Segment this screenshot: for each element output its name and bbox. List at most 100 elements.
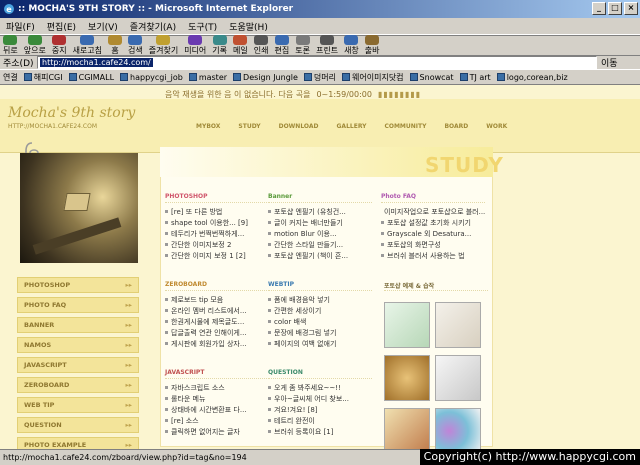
toolbar-home-button[interactable]: 홈 <box>108 35 123 56</box>
site-logo[interactable]: Mocha's 9th story HTTP://MOCHA1.CAFE24.C… <box>8 105 168 141</box>
column-title[interactable]: JAVASCRIPT <box>165 369 269 379</box>
post-row[interactable]: 포토샵 설정값 초기화 시키기 <box>381 217 485 228</box>
toolbar-media-button[interactable]: 미디어 <box>184 35 206 56</box>
post-row[interactable]: 오게 좀 봐주세요~~!! <box>268 382 372 393</box>
thumbnail[interactable] <box>384 302 430 348</box>
side-menu-item[interactable]: WEB TIP ▸▸ <box>17 397 139 413</box>
menu-help[interactable]: 도움말(H) <box>229 20 268 33</box>
toolbar-print-button[interactable]: 인쇄 <box>254 35 269 56</box>
link-item[interactable]: 웨어이미지닷컴 <box>342 72 404 83</box>
column-title[interactable]: QUESTION <box>268 369 372 379</box>
post-row[interactable]: 롤타운 메뉴 <box>165 393 269 404</box>
thumbnail[interactable] <box>434 302 481 348</box>
link-item[interactable]: CGIMALL <box>68 73 114 82</box>
post-row[interactable]: 클릭하면 없어지는 글자 <box>165 426 269 437</box>
link-item[interactable]: TJ art <box>459 73 491 82</box>
post-row[interactable]: [re] 소스 <box>165 415 269 426</box>
toolbar-favorites-button[interactable]: 즐겨찾기 <box>149 35 178 56</box>
column-title[interactable]: Photo FAQ <box>381 193 485 203</box>
go-button[interactable]: 이동 <box>601 56 618 69</box>
post-row[interactable]: 포토샵 엔필기 (책이 흔... <box>268 250 372 261</box>
post-row[interactable]: 폼에 배경음악 넣기 <box>268 294 372 305</box>
side-menu-item[interactable]: PHOTO FAQ ▸▸ <box>17 297 139 313</box>
post-row[interactable]: 페이지의 여백 없애기 <box>268 338 372 349</box>
post-row[interactable]: 브러쉬 등록이요 [1] <box>268 426 372 437</box>
toolbar-discuss-button[interactable]: 토론 <box>295 35 310 56</box>
column-title[interactable]: Banner <box>268 193 372 203</box>
side-menu-item[interactable]: ZEROBOARD ▸▸ <box>17 377 139 393</box>
post-row[interactable]: [re] 또 다른 방법 <box>165 206 269 217</box>
post-row[interactable]: 상태바에 시간변환표 다... <box>165 404 269 415</box>
post-row[interactable]: 간편한 세상이기 <box>268 305 372 316</box>
post-row[interactable]: 테두리가 번쩍번쩍하게... <box>165 228 269 239</box>
maximize-button[interactable]: □ <box>608 2 622 15</box>
post-row[interactable]: color 배색 <box>268 316 372 327</box>
column-title[interactable]: PHOTOSHOP <box>165 193 269 203</box>
music-controls-icon[interactable]: ▮▮▮▮▮▮▮▮ <box>378 90 421 99</box>
link-item[interactable]: 덩머리 <box>303 72 336 83</box>
post-row[interactable]: Grayscale 외 Desatura... <box>381 228 485 239</box>
side-menu-item[interactable]: JAVASCRIPT ▸▸ <box>17 357 139 373</box>
post-row[interactable]: 간단한 스타일 만들기... <box>268 239 372 250</box>
link-item[interactable]: Design Jungle <box>233 73 298 82</box>
toolbar-back-button[interactable]: 뒤로 <box>3 35 18 56</box>
thumbnail[interactable] <box>434 355 481 401</box>
link-item[interactable]: happycgi_job <box>120 73 183 82</box>
link-item[interactable]: logo,corean,biz <box>496 73 568 82</box>
post-row[interactable]: 브러쉬 블러서 사용하는 법 <box>381 250 485 261</box>
toolbar-history-button[interactable]: 기록 <box>212 35 227 56</box>
toolbar-bar-button[interactable]: 출바 <box>365 35 380 56</box>
nav-work[interactable]: WORK <box>486 123 507 130</box>
post-row[interactable]: 우아~글씨체 어디 찾보... <box>268 393 372 404</box>
nav-download[interactable]: DOWNLOAD <box>279 123 319 130</box>
side-menu-item[interactable]: BANNER ▸▸ <box>17 317 139 333</box>
post-row[interactable]: 간단한 이미지 보정 1 [2] <box>165 250 269 261</box>
post-row[interactable]: 자바스크립트 소스 <box>165 382 269 393</box>
nav-board[interactable]: BOARD <box>444 123 468 130</box>
close-button[interactable]: × <box>624 2 638 15</box>
menu-edit[interactable]: 편집(E) <box>47 20 76 33</box>
toolbar-refresh-button[interactable]: 새로고침 <box>73 35 102 56</box>
post-row[interactable]: 포토샵의 화면구성 <box>381 239 485 250</box>
link-item[interactable]: 해피CGI <box>23 72 63 83</box>
menu-favorites[interactable]: 즐겨찾기(A) <box>130 20 176 33</box>
thumbnail[interactable] <box>384 408 430 449</box>
menu-tools[interactable]: 도구(T) <box>188 20 217 33</box>
toolbar-stop-button[interactable]: 중지 <box>52 35 67 56</box>
post-row[interactable]: 글이 커지는 배너만들기 <box>268 217 372 228</box>
column-title[interactable]: WEBTIP <box>268 281 372 291</box>
post-row[interactable]: 제로보드 tip 모음 <box>165 294 269 305</box>
post-row[interactable]: 이미지작업으로 포토샵으로 블러... <box>381 206 485 217</box>
side-menu-item[interactable]: QUESTION ▸▸ <box>17 417 139 433</box>
post-row[interactable]: 포토샵 엔필기 (유칭건... <box>268 206 372 217</box>
post-row[interactable]: 답글출력 연관 인해이게... <box>165 327 269 338</box>
nav-gallery[interactable]: GALLERY <box>337 123 367 130</box>
menu-view[interactable]: 보기(V) <box>88 20 118 33</box>
post-row[interactable]: 겨요!겨요! [8] <box>268 404 372 415</box>
nav-mybox[interactable]: MYBOX <box>196 123 220 130</box>
link-item[interactable]: Snowcat <box>409 73 454 82</box>
post-row[interactable]: 테트리 완전이 <box>268 415 372 426</box>
toolbar-newwindow-button[interactable]: 새창 <box>344 35 359 56</box>
post-row[interactable]: 문장에 배경그림 넣기 <box>268 327 372 338</box>
nav-community[interactable]: COMMUNITY <box>384 123 426 130</box>
side-menu-item[interactable]: PHOTO EXAMPLE ▸▸ <box>17 437 139 449</box>
toolbar-forward-button[interactable]: 앞으로 <box>24 35 46 56</box>
toolbar-edit-button[interactable]: 편집 <box>275 35 289 56</box>
nav-study[interactable]: STUDY <box>238 123 260 130</box>
menu-file[interactable]: 파일(F) <box>6 20 35 33</box>
column-title[interactable]: ZEROBOARD <box>165 281 269 291</box>
post-row[interactable]: 게시판에 회원가입 상자... <box>165 338 269 349</box>
toolbar-printer-button[interactable]: 프린트 <box>316 35 338 56</box>
column-title[interactable]: 포토샵 예제 & 습작 <box>384 281 488 291</box>
side-menu-item[interactable]: PHOTOSHOP ▸▸ <box>17 277 139 293</box>
toolbar-search-button[interactable]: 검색 <box>128 35 143 56</box>
post-row[interactable]: 간단한 이미지보정 2 <box>165 239 269 250</box>
post-row[interactable]: shape tool 이용한... [9] <box>165 217 269 228</box>
minimize-button[interactable]: _ <box>592 2 606 15</box>
thumbnail[interactable] <box>384 355 430 401</box>
link-item[interactable]: master <box>188 73 227 82</box>
thumbnail[interactable] <box>434 408 481 449</box>
side-menu-item[interactable]: NAMOS ▸▸ <box>17 337 139 353</box>
address-input[interactable]: http://mocha1.cafe24.com/ <box>37 56 597 69</box>
